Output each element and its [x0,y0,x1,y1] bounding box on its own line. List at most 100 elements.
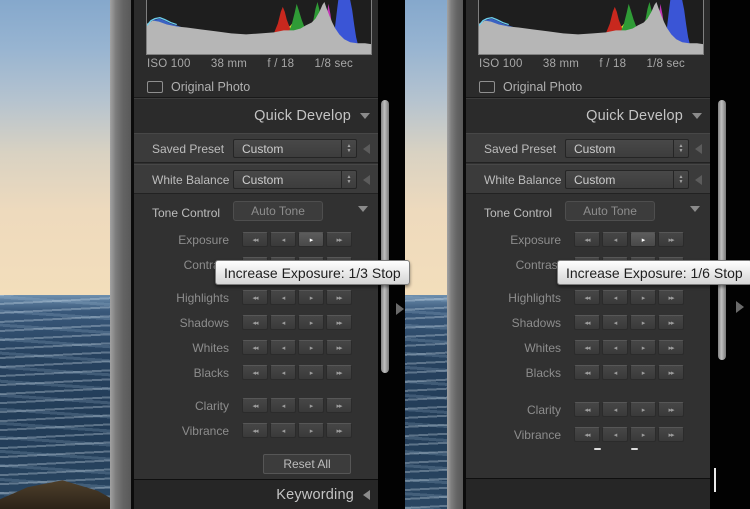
step-back-double-button[interactable]: ◂◂ [242,232,268,247]
step-forward-button[interactable]: ▸ [630,232,656,247]
step-forward-button[interactable]: ▸ [298,365,324,380]
step-back-double-button[interactable]: ◂◂ [574,340,600,355]
step-forward-button[interactable]: ▸ [630,365,656,380]
step-forward-button[interactable]: ▸ [298,290,324,305]
step-forward-double-button[interactable]: ▸▸ [326,365,352,380]
step-back-double-button[interactable]: ◂◂ [574,232,600,247]
step-back-button[interactable]: ◂ [602,315,628,330]
auto-tone-button[interactable]: Auto Tone [565,201,655,221]
collapse-left-icon[interactable] [695,144,702,154]
step-back-button[interactable]: ◂ [270,365,296,380]
collapse-left-icon[interactable] [695,175,702,185]
original-photo-checkbox[interactable] [147,81,163,93]
saved-preset-dropdown[interactable]: Custom ▲ ▼ [233,139,357,158]
step-back-button[interactable]: ◂ [270,340,296,355]
chevron-down-icon[interactable] [690,206,700,212]
chevron-down-icon[interactable] [358,206,368,212]
step-forward-button[interactable]: ▸ [298,340,324,355]
step-back-double-button[interactable]: ◂◂ [242,315,268,330]
step-forward-button[interactable]: ▸ [630,340,656,355]
step-back-double-button[interactable]: ◂◂ [574,427,600,442]
reset-all-button[interactable]: Reset All [263,454,351,474]
scrollbar-fragment [714,468,716,492]
step-back-button[interactable]: ◂ [602,340,628,355]
right-panel: ISO 100 38 mm f / 18 1/8 sec Original Ph… [131,0,378,509]
step-back-button[interactable]: ◂ [602,402,628,417]
spinner-icon[interactable]: ▲ ▼ [673,171,688,188]
step-forward-double-button[interactable]: ▸▸ [326,290,352,305]
saved-preset-label: Saved Preset [152,142,224,156]
step-forward-button[interactable]: ▸ [298,398,324,413]
keywording-header[interactable]: Keywording [134,479,378,509]
step-forward-double-button[interactable]: ▸▸ [658,290,684,305]
step-forward-button[interactable]: ▸ [298,423,324,438]
original-photo-row: Original Photo [479,80,582,94]
histogram[interactable] [146,0,372,55]
white-balance-dropdown[interactable]: Custom ▲ ▼ [233,170,357,189]
exif-iso: ISO 100 [479,58,523,70]
original-photo-checkbox[interactable] [479,81,495,93]
step-back-button[interactable]: ◂ [270,398,296,413]
step-back-double-button[interactable]: ◂◂ [242,290,268,305]
step-back-double-button[interactable]: ◂◂ [242,398,268,413]
step-back-button[interactable]: ◂ [602,365,628,380]
spinner-icon[interactable]: ▲ ▼ [673,140,688,157]
chevron-down-icon [692,113,702,119]
step-back-button[interactable]: ◂ [270,232,296,247]
step-back-double-button[interactable]: ◂◂ [242,423,268,438]
step-forward-button[interactable]: ▸ [630,427,656,442]
step-back-double-button[interactable]: ◂◂ [574,402,600,417]
white-balance-dropdown[interactable]: Custom ▲ ▼ [565,170,689,189]
step-back-button[interactable]: ◂ [270,315,296,330]
saved-preset-dropdown[interactable]: Custom ▲ ▼ [565,139,689,158]
step-back-button[interactable]: ◂ [602,427,628,442]
step-forward-double-button[interactable]: ▸▸ [326,340,352,355]
quick-develop-header[interactable]: Quick Develop [466,99,710,132]
step-forward-button[interactable]: ▸ [630,290,656,305]
scrollbar-thumb[interactable] [381,100,389,373]
spinner-icon[interactable]: ▲ ▼ [341,171,356,188]
keywording-header[interactable] [466,478,710,509]
adjustment-label: Exposure [134,233,229,247]
saved-preset-row: Saved Preset Custom ▲ ▼ [134,133,378,163]
step-forward-double-button[interactable]: ▸▸ [658,340,684,355]
step-back-button[interactable]: ◂ [602,232,628,247]
step-forward-double-button[interactable]: ▸▸ [326,232,352,247]
step-forward-double-button[interactable]: ▸▸ [326,398,352,413]
step-forward-double-button[interactable]: ▸▸ [658,427,684,442]
auto-tone-button[interactable]: Auto Tone [233,201,323,221]
step-back-double-button[interactable]: ◂◂ [574,365,600,380]
step-forward-double-button[interactable]: ▸▸ [658,402,684,417]
step-back-double-button[interactable]: ◂◂ [574,290,600,305]
spinner-icon[interactable]: ▲ ▼ [341,140,356,157]
white-balance-value: Custom [234,173,341,187]
step-forward-double-button[interactable]: ▸▸ [326,315,352,330]
scrollbar-track[interactable] [710,0,750,509]
step-back-double-button[interactable]: ◂◂ [242,340,268,355]
white-balance-label: White Balance [152,173,229,187]
screenshot-canvas: ISO 100 38 mm f / 18 1/8 sec Original Ph… [0,0,750,509]
step-forward-double-button[interactable]: ▸▸ [658,232,684,247]
step-back-button[interactable]: ◂ [602,290,628,305]
step-forward-button[interactable]: ▸ [630,315,656,330]
quick-develop-header[interactable]: Quick Develop [134,99,378,132]
step-back-double-button[interactable]: ◂◂ [242,365,268,380]
step-back-button[interactable]: ◂ [270,423,296,438]
collapse-left-icon[interactable] [363,175,370,185]
step-forward-button[interactable]: ▸ [630,402,656,417]
step-forward-button[interactable]: ▸ [298,232,324,247]
show-panel-arrow-icon[interactable] [736,301,744,313]
show-panel-arrow-icon[interactable] [396,303,404,315]
exif-aperture: f / 18 [599,58,626,70]
scrollbar-thumb[interactable] [718,100,726,360]
collapse-left-icon[interactable] [363,144,370,154]
step-forward-double-button[interactable]: ▸▸ [658,365,684,380]
step-back-button[interactable]: ◂ [270,290,296,305]
step-back-double-button[interactable]: ◂◂ [574,315,600,330]
histogram[interactable] [478,0,704,55]
step-forward-double-button[interactable]: ▸▸ [326,423,352,438]
step-forward-button[interactable]: ▸ [298,315,324,330]
saved-preset-row: Saved Preset Custom ▲ ▼ [466,133,710,163]
step-forward-double-button[interactable]: ▸▸ [658,315,684,330]
adjustment-row-whites: Whites ◂◂ ◂ ▸ ▸▸ [466,340,710,356]
